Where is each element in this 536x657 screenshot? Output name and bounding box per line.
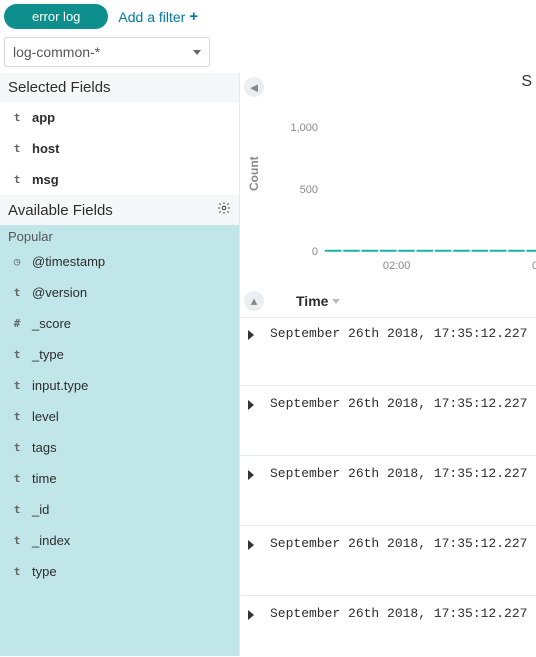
- field-type-icon: t: [12, 565, 22, 578]
- available-field[interactable]: t tags: [0, 432, 239, 463]
- document-row: September 26th 2018, 17:35:12.227: [240, 385, 536, 455]
- field-type-icon: t: [12, 441, 22, 454]
- field-name: @timestamp: [32, 254, 105, 269]
- selected-field[interactable]: t app: [0, 102, 239, 133]
- selected-fields-label: Selected Fields: [8, 79, 111, 96]
- field-name: input.type: [32, 378, 88, 393]
- expand-row-icon[interactable]: [248, 470, 254, 480]
- document-time: September 26th 2018, 17:35:12.227: [270, 466, 527, 481]
- field-name: level: [32, 409, 59, 424]
- available-field[interactable]: t level: [0, 401, 239, 432]
- time-column-header[interactable]: Time: [296, 293, 340, 309]
- collapse-chart-button[interactable]: ▴: [244, 291, 264, 311]
- field-name: time: [32, 471, 57, 486]
- expand-row-icon[interactable]: [248, 610, 254, 620]
- add-filter-link[interactable]: Add a filter +: [118, 8, 198, 25]
- field-name: host: [32, 141, 59, 156]
- histogram-chart[interactable]: Count 0 500 1,000 02:00 05:: [240, 101, 536, 281]
- field-type-icon: t: [12, 348, 22, 361]
- error-log-pill[interactable]: error log: [4, 4, 108, 29]
- field-name: app: [32, 110, 55, 125]
- svg-text:02:00: 02:00: [383, 260, 411, 272]
- field-type-icon: t: [12, 472, 22, 485]
- expand-row-icon[interactable]: [248, 400, 254, 410]
- field-type-icon: ◷: [12, 255, 22, 268]
- truncated-right-text: S: [521, 73, 532, 91]
- time-header-text: Time: [296, 293, 328, 309]
- field-name: tags: [32, 440, 57, 455]
- available-field[interactable]: t @version: [0, 277, 239, 308]
- plus-icon: +: [189, 8, 198, 25]
- sort-desc-icon: [332, 299, 340, 304]
- gear-icon[interactable]: [217, 201, 231, 219]
- svg-text:1,000: 1,000: [290, 122, 318, 134]
- field-name: _index: [32, 533, 70, 548]
- field-type-icon: t: [12, 534, 22, 547]
- available-field[interactable]: t time: [0, 463, 239, 494]
- field-type-icon: t: [12, 173, 22, 186]
- expand-row-icon[interactable]: [248, 540, 254, 550]
- svg-text:500: 500: [300, 184, 318, 196]
- available-field[interactable]: ◷ @timestamp: [0, 246, 239, 277]
- selected-field[interactable]: t host: [0, 133, 239, 164]
- document-time: September 26th 2018, 17:35:12.227: [270, 606, 527, 621]
- index-pattern-value: log-common-*: [13, 44, 100, 60]
- expand-row-icon[interactable]: [248, 330, 254, 340]
- field-name: _score: [32, 316, 71, 331]
- field-type-icon: t: [12, 379, 22, 392]
- document-row: September 26th 2018, 17:35:12.227: [240, 317, 536, 385]
- field-type-icon: t: [12, 503, 22, 516]
- field-type-icon: t: [12, 286, 22, 299]
- selected-field[interactable]: t msg: [0, 164, 239, 195]
- document-row: September 26th 2018, 17:35:12.227: [240, 455, 536, 525]
- document-time: September 26th 2018, 17:35:12.227: [270, 396, 527, 411]
- field-name: _type: [32, 347, 64, 362]
- document-row: September 26th 2018, 17:35:12.227: [240, 525, 536, 595]
- field-name: @version: [32, 285, 87, 300]
- available-field[interactable]: t _index: [0, 525, 239, 556]
- available-fields-header: Available Fields: [0, 195, 239, 225]
- selected-fields-header: Selected Fields: [0, 73, 239, 102]
- available-field[interactable]: # _score: [0, 308, 239, 339]
- main-panel: ◄ S Count 0 500 1,000 02:00 05: ▴ Time Septe…: [240, 73, 536, 656]
- field-type-icon: t: [12, 111, 22, 124]
- field-type-icon: t: [12, 142, 22, 155]
- field-name: type: [32, 564, 57, 579]
- fields-sidebar: Selected Fields t appt hostt msg Availab…: [0, 73, 240, 656]
- available-field[interactable]: t _type: [0, 339, 239, 370]
- field-type-icon: #: [12, 317, 22, 330]
- popular-header: Popular: [0, 225, 239, 246]
- add-filter-label: Add a filter: [118, 9, 185, 25]
- document-row: September 26th 2018, 17:35:12.227: [240, 595, 536, 656]
- field-name: msg: [32, 172, 59, 187]
- collapse-sidebar-button[interactable]: ◄: [244, 77, 264, 97]
- available-field[interactable]: t type: [0, 556, 239, 587]
- available-field[interactable]: t _id: [0, 494, 239, 525]
- available-field[interactable]: t input.type: [0, 370, 239, 401]
- svg-text:0: 0: [312, 246, 318, 258]
- document-time: September 26th 2018, 17:35:12.227: [270, 536, 527, 551]
- available-fields-label: Available Fields: [8, 202, 113, 219]
- svg-text:05:: 05:: [532, 260, 536, 272]
- document-time: September 26th 2018, 17:35:12.227: [270, 326, 527, 341]
- field-name: _id: [32, 502, 49, 517]
- field-type-icon: t: [12, 410, 22, 423]
- chart-ylabel: Count: [247, 156, 261, 191]
- chevron-down-icon: [193, 50, 201, 55]
- index-pattern-select[interactable]: log-common-*: [4, 37, 210, 67]
